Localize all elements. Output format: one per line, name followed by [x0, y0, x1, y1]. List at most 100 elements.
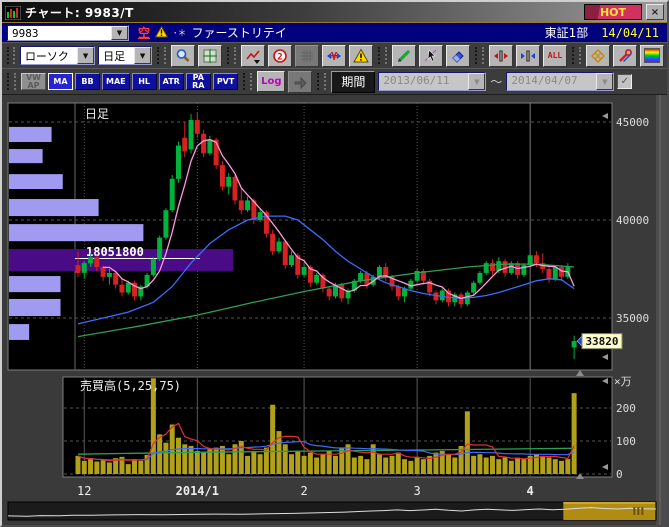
window-title: チャート: 9983/T — [25, 4, 580, 21]
show-all-button[interactable]: ALL — [543, 45, 567, 67]
select-button[interactable] — [419, 45, 443, 67]
period-button[interactable]: 期間 — [331, 71, 375, 93]
trendline-button[interactable] — [241, 45, 265, 67]
crosshair-button[interactable] — [198, 45, 222, 67]
x-axis-label: 2014/1 — [176, 484, 219, 498]
tools-icon — [617, 48, 633, 64]
rainbow-icon — [644, 48, 660, 63]
draw-button[interactable] — [392, 45, 416, 67]
candle-shrink-icon — [520, 48, 536, 64]
grid-button — [295, 45, 319, 67]
candle-expand-icon — [493, 48, 509, 64]
volume-profile-bar — [9, 299, 61, 316]
symbol-input[interactable]: 9983 — [8, 26, 111, 40]
indicator-button-vwap: VW AP — [21, 73, 46, 90]
price-panel-title: 日足 — [85, 107, 109, 121]
toolbar-grip[interactable] — [475, 47, 484, 64]
magnifier-icon — [175, 48, 191, 64]
toolbar-grip[interactable] — [7, 47, 15, 64]
indicator-button-pvt[interactable]: PVT — [213, 73, 239, 90]
period-from-value: 2013/06/11 — [379, 73, 468, 90]
chart-window: チャート: 9983/T HOT × 9983 ▼ 空 ･＊ ファーストリテイ … — [0, 0, 669, 527]
indicator-button-atr[interactable]: ATR — [159, 73, 184, 90]
chart-area[interactable]: 45000400003500018051800日足338202001000×万売… — [2, 94, 667, 526]
close-button[interactable]: × — [646, 4, 664, 20]
indicator-button-hl[interactable]: HL — [132, 73, 157, 90]
toolbar-grip[interactable] — [227, 47, 236, 64]
navigator-grip[interactable] — [641, 507, 643, 515]
candlestick-chart-icon — [5, 5, 21, 19]
price-volume-chart[interactable]: 45000400003500018051800日足338202001000×万売… — [2, 95, 667, 526]
log-scale-button[interactable]: Log — [257, 71, 285, 92]
volume-profile-bar — [9, 127, 52, 142]
svg-text:33820: 33820 — [585, 335, 618, 348]
main-toolbar: ローソク ▼ 日足 ▼ 2 ¥ ALL — [2, 42, 667, 68]
market-section-label: 東証1部 — [545, 24, 589, 41]
grid-cross-icon — [202, 48, 218, 64]
navigator-grip[interactable] — [633, 507, 635, 515]
chart-type-value: ローソク — [21, 47, 77, 64]
chart-type-combobox[interactable]: ローソク ▼ — [20, 46, 95, 65]
alert-button[interactable] — [349, 45, 373, 67]
period-from-combobox: 2013/06/11 ▼ — [378, 72, 486, 91]
warning-triangle-icon — [155, 23, 168, 42]
nav-arrow-icon — [288, 71, 312, 93]
volume-panel-title: 売買高(5,25,75) — [80, 378, 181, 393]
price-line-button[interactable]: ¥ — [322, 45, 346, 67]
toolbar-grip[interactable] — [572, 47, 581, 64]
volume-unit-label: ×万 — [614, 375, 632, 388]
warning-icon — [353, 48, 369, 64]
x-axis-label: 4 — [527, 484, 534, 498]
widen-bars-button[interactable] — [489, 45, 513, 67]
pencil-icon — [396, 48, 412, 64]
volume-profile-bar — [9, 174, 63, 189]
tool-settings-button[interactable] — [613, 45, 637, 67]
pattern-button[interactable] — [586, 45, 610, 67]
chart-type-dropdown-arrow[interactable]: ▼ — [77, 47, 94, 64]
indicator-button-bb[interactable]: BB — [75, 73, 100, 90]
hot-button[interactable]: HOT — [584, 4, 642, 20]
circle-2-icon: 2 — [272, 48, 288, 64]
indicator-button-para[interactable]: PA RA — [186, 73, 211, 90]
issue-name: ファーストリテイ — [192, 24, 287, 41]
navigator-grip[interactable] — [637, 507, 639, 515]
indicator-toolbar: VW APMABBMAEHLATRPA RAPVT Log 期間 2013/06… — [2, 68, 667, 94]
toolbar-grip[interactable] — [7, 73, 16, 90]
timeframe-value: 日足 — [99, 47, 134, 64]
issue-name-prefix: ･＊ — [173, 26, 187, 39]
zoom-button[interactable] — [171, 45, 195, 67]
svg-text:2: 2 — [277, 52, 282, 62]
navigator-strip[interactable] — [8, 502, 656, 520]
color-settings-button[interactable] — [640, 45, 664, 67]
volume-profile-bar — [9, 149, 43, 163]
eraser-button[interactable] — [446, 45, 470, 67]
x-axis-label: 12 — [77, 484, 91, 498]
short-sell-label[interactable]: 空 — [138, 24, 150, 41]
price-tick-label: 45000 — [616, 116, 649, 129]
indicator-button-mae[interactable]: MAE — [102, 73, 130, 90]
price-tick-label: 40000 — [616, 214, 649, 227]
period-to-combobox: 2014/04/07 ▼ — [506, 72, 614, 91]
quote-date: 14/04/11 — [601, 26, 659, 40]
indicator-button-ma[interactable]: MA — [48, 73, 73, 90]
volume-tick-label: 0 — [616, 468, 623, 481]
toolbar-grip[interactable] — [243, 73, 252, 90]
toolbar-grip[interactable] — [157, 47, 166, 64]
period-apply-checkbox[interactable]: ✓ — [617, 74, 632, 89]
narrow-bars-button[interactable] — [516, 45, 540, 67]
symbol-combobox[interactable]: 9983 ▼ — [7, 25, 129, 41]
volume-profile-bar — [9, 224, 143, 241]
all-label-icon: ALL — [548, 51, 562, 60]
compare-button[interactable]: 2 — [268, 45, 292, 67]
symbol-dropdown-arrow[interactable]: ▼ — [111, 26, 128, 40]
volume-profile-bar — [9, 199, 99, 216]
select-arrow-icon — [423, 48, 439, 64]
timeframe-combobox[interactable]: 日足 ▼ — [98, 46, 152, 65]
grid-icon — [299, 48, 315, 64]
period-tilde: ～ — [490, 73, 502, 90]
x-axis-label: 3 — [414, 484, 421, 498]
period-to-dropdown-arrow: ▼ — [596, 73, 613, 90]
toolbar-grip[interactable] — [317, 73, 326, 90]
timeframe-dropdown-arrow[interactable]: ▼ — [134, 47, 151, 64]
toolbar-grip[interactable] — [378, 47, 387, 64]
